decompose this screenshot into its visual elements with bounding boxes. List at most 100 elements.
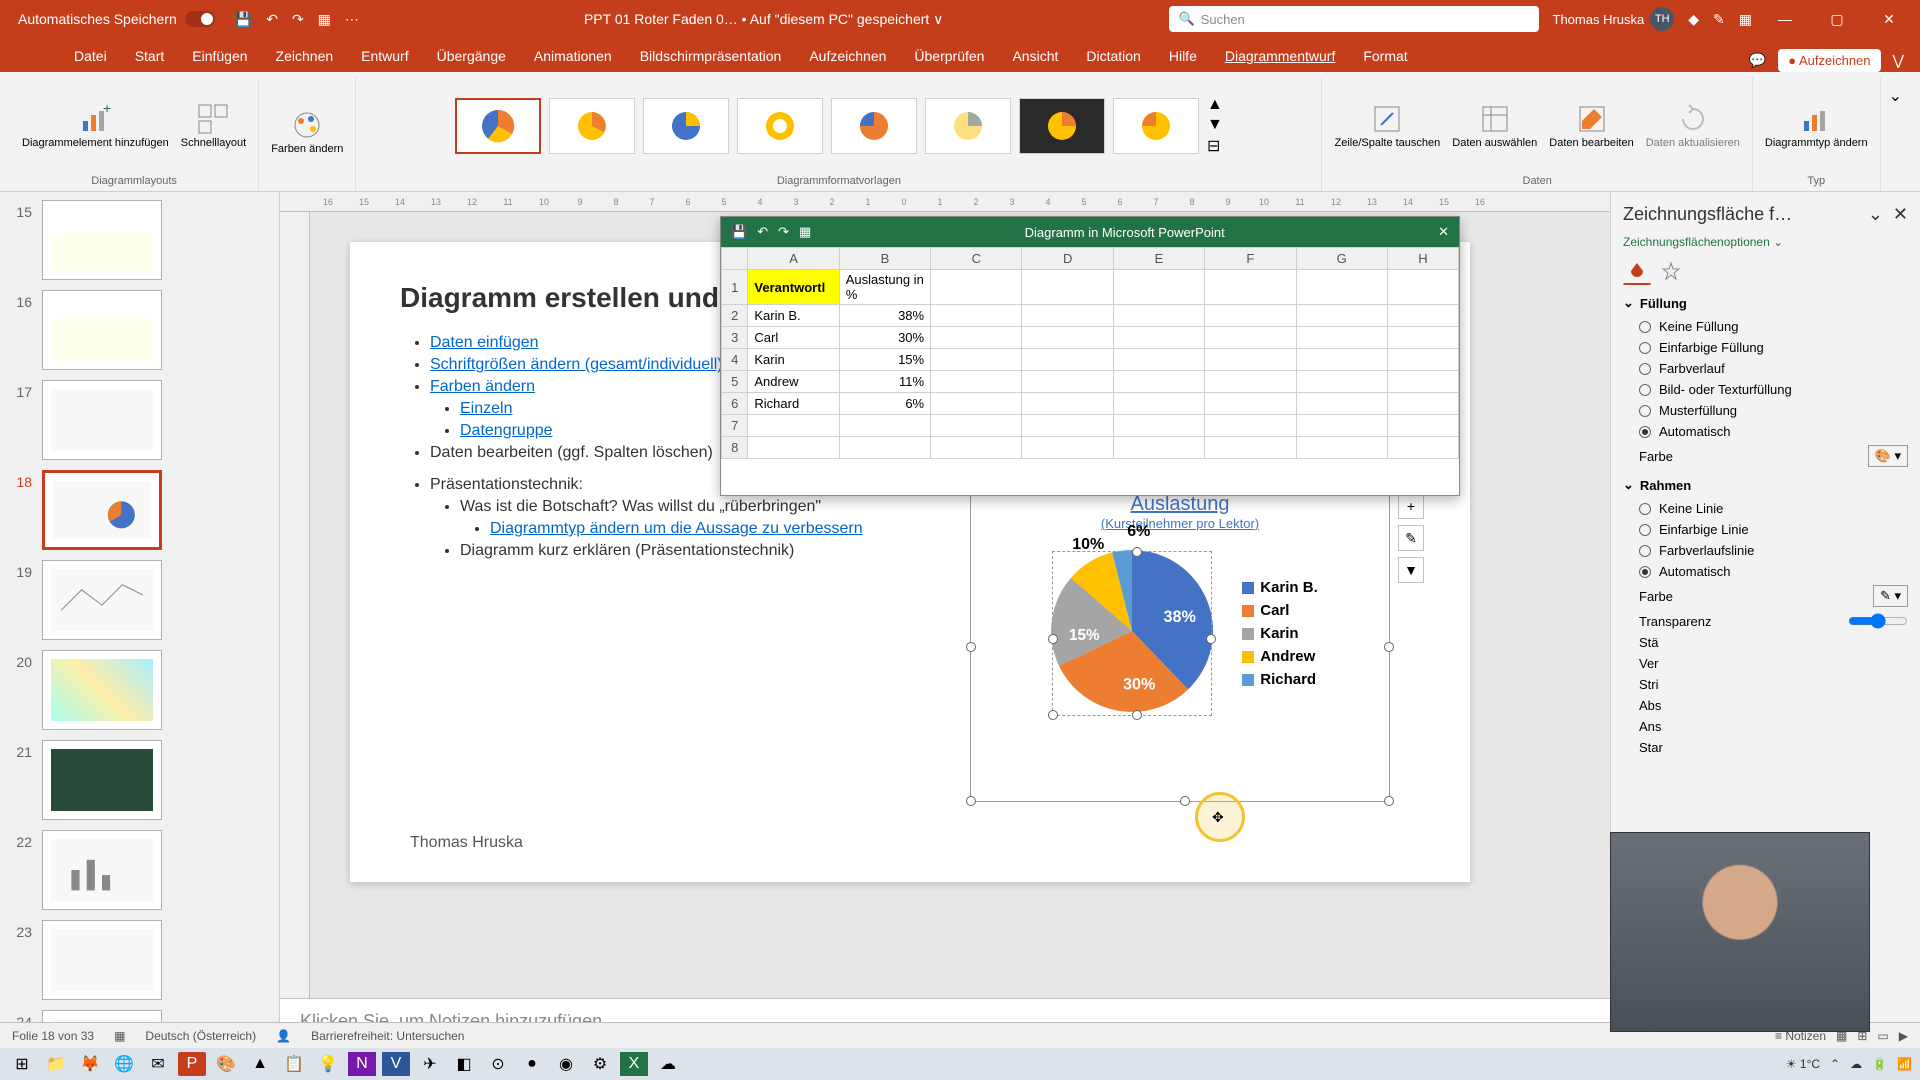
tab-format[interactable]: Format [1349,40,1421,72]
record-button[interactable]: ● Aufzeichnen [1778,49,1880,72]
document-title[interactable]: PPT 01 Roter Faden 0… • Auf "diesem PC" … [359,11,1169,28]
language-status[interactable]: Deutsch (Österreich) [145,1029,256,1043]
excel-close-icon[interactable]: ✕ [1438,224,1449,240]
maximize-button[interactable]: ▢ [1818,0,1856,38]
comments-icon[interactable]: 💬 [1749,52,1766,69]
thumb-21[interactable]: 21 [8,740,271,820]
border-opt-none[interactable]: Keine Linie [1639,501,1908,516]
chart-subtitle[interactable]: (Kursteilnehmer pro Lektor) [971,516,1389,531]
cell-a3[interactable]: Carl [748,327,839,349]
pen-icon[interactable]: ✎ [1713,11,1725,28]
transparency-slider[interactable] [1848,613,1908,629]
fill-opt-none[interactable]: Keine Füllung [1639,319,1908,334]
excel-icon[interactable]: X [620,1052,648,1076]
chart-style-3[interactable] [643,98,729,154]
fill-opt-pattern[interactable]: Musterfüllung [1639,403,1908,418]
chart-title[interactable]: Auslastung [971,493,1389,516]
switch-row-col-button[interactable]: Zeile/Spalte tauschen [1330,99,1444,153]
excel-undo-icon[interactable]: ↶ [757,224,768,240]
border-section-header[interactable]: ⌄Rahmen [1623,477,1908,493]
chart-style-8[interactable] [1113,98,1199,154]
fill-opt-picture[interactable]: Bild- oder Texturfüllung [1639,382,1908,397]
excel-grid-icon[interactable]: ▦ [799,224,811,240]
app-icon-2[interactable]: 📋 [280,1052,308,1076]
effects-tab-icon[interactable] [1657,257,1685,285]
chart-style-5[interactable] [831,98,917,154]
thumb-18[interactable]: 18 [8,470,271,550]
thumb-20[interactable]: 20 [8,650,271,730]
tab-einfuegen[interactable]: Einfügen [178,40,261,72]
tab-entwurf[interactable]: Entwurf [347,40,422,72]
style-scroll[interactable]: ▲▼⊟ [1207,96,1223,156]
cell-a2[interactable]: Karin B. [748,305,839,327]
save-icon[interactable]: 💾 [235,11,252,28]
cell-a1[interactable]: Verantwortl [748,270,839,305]
edit-data-button[interactable]: Daten bearbeiten [1545,99,1637,153]
tab-start[interactable]: Start [121,40,179,72]
app-icon-6[interactable]: ⊙ [484,1052,512,1076]
tab-animationen[interactable]: Animationen [520,40,626,72]
cell-a4[interactable]: Karin [748,349,839,371]
share-icon[interactable]: ⋁ [1893,52,1904,69]
thumb-23[interactable]: 23 [8,920,271,1000]
chart-filter-button[interactable]: ▼ [1398,557,1424,583]
pane-dropdown-icon[interactable]: ⌄ [1868,204,1883,224]
tab-diagrammentwurf[interactable]: Diagrammentwurf [1211,40,1349,72]
tray-battery-icon[interactable]: 🔋 [1872,1057,1887,1071]
cell-b3[interactable]: 30% [839,327,930,349]
view-reading-icon[interactable]: ▭ [1877,1029,1888,1043]
border-opt-gradient[interactable]: Farbverlaufslinie [1639,543,1908,558]
select-data-button[interactable]: Daten auswählen [1448,99,1541,153]
app-icon-5[interactable]: ◧ [450,1052,478,1076]
add-chart-element-button[interactable]: + Diagrammelement hinzufügen [18,99,173,153]
fill-opt-solid[interactable]: Einfarbige Füllung [1639,340,1908,355]
tab-bildschirm[interactable]: Bildschirmpräsentation [626,40,796,72]
slideshow-icon[interactable]: ▦ [318,11,331,28]
pane-close-icon[interactable]: ✕ [1893,204,1908,224]
redo-icon[interactable]: ↷ [292,11,304,28]
excel-grid[interactable]: ABCDEFGH 1VerantwortlAuslastung in % 2Ka… [721,247,1459,459]
fill-line-tab-icon[interactable] [1623,257,1651,285]
border-color-picker[interactable]: ✎ ▾ [1873,585,1908,607]
chart-elements-button[interactable]: + [1398,493,1424,519]
change-colors-button[interactable]: Farben ändern [267,105,347,159]
lang-icon[interactable]: ▦ [114,1029,125,1043]
access-icon[interactable]: 👤 [276,1029,291,1043]
excel-save-icon[interactable]: 💾 [731,224,747,240]
thumb-22[interactable]: 22 [8,830,271,910]
quick-layout-button[interactable]: Schnelllayout [177,99,250,153]
chart-object[interactable]: Auslastung (Kursteilnehmer pro Lektor) [970,482,1390,802]
outlook-icon[interactable]: ✉ [144,1052,172,1076]
app-icon-9[interactable]: ☁ [654,1052,682,1076]
tab-datei[interactable]: Datei [60,40,121,72]
slide-counter[interactable]: Folie 18 von 33 [12,1029,94,1043]
close-button[interactable]: ✕ [1870,0,1908,38]
fill-opt-gradient[interactable]: Farbverlauf [1639,361,1908,376]
chart-style-6[interactable] [925,98,1011,154]
chart-legend[interactable]: Karin B. Carl Karin Andrew Richard [1242,573,1318,694]
vlc-icon[interactable]: ▲ [246,1052,274,1076]
diamond-icon[interactable]: ◆ [1688,11,1699,28]
slide-thumbnails-panel[interactable]: 15 16 17 18 19 20 21 22 23 24 [0,192,280,1054]
tray-wifi-icon[interactable]: 📶 [1897,1057,1912,1071]
settings-icon[interactable]: ⚙ [586,1052,614,1076]
accessibility-status[interactable]: Barrierefreiheit: Untersuchen [311,1029,464,1043]
explorer-icon[interactable]: 📁 [42,1052,70,1076]
weather-widget[interactable]: ☀ 1°C [1786,1057,1820,1071]
tab-uebergaenge[interactable]: Übergänge [423,40,520,72]
ribbon-collapse[interactable]: ⌄ [1881,78,1910,191]
thumb-19[interactable]: 19 [8,560,271,640]
telegram-icon[interactable]: ✈ [416,1052,444,1076]
app-icon-7[interactable]: ● [518,1052,546,1076]
tray-cloud-icon[interactable]: ☁ [1850,1057,1862,1071]
fill-color-picker[interactable]: 🎨 ▾ [1868,445,1908,467]
tab-ueberpruefen[interactable]: Überprüfen [900,40,998,72]
thumb-16[interactable]: 16 [8,290,271,370]
tab-hilfe[interactable]: Hilfe [1155,40,1211,72]
thumb-15[interactable]: 15 [8,200,271,280]
view-slideshow-icon[interactable]: ▶ [1899,1029,1908,1043]
toggle-switch[interactable] [185,11,215,27]
tab-zeichnen[interactable]: Zeichnen [262,40,348,72]
chart-style-2[interactable] [549,98,635,154]
plot-area-selection[interactable] [1052,551,1212,716]
